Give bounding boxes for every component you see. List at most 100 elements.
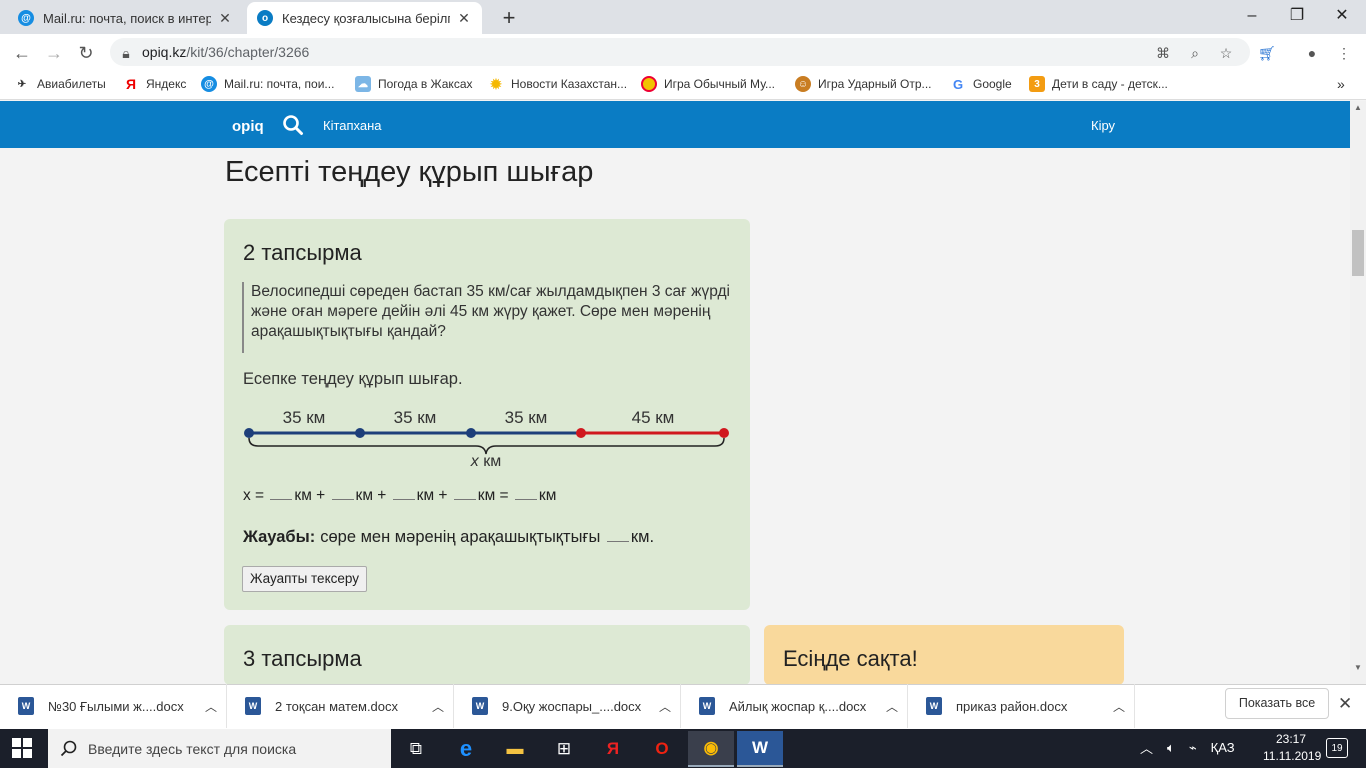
sun-icon: ✹ bbox=[490, 75, 502, 92]
chevron-up-icon[interactable]: ︿ bbox=[650, 698, 680, 715]
maximize-button[interactable]: ❐ bbox=[1277, 4, 1317, 28]
answer-input[interactable] bbox=[331, 488, 354, 500]
taskbar-search[interactable]: Введите здесь текст для поиска bbox=[48, 729, 391, 768]
chevron-up-icon[interactable]: ︿ bbox=[196, 698, 226, 715]
window-close-button[interactable]: ✕ bbox=[1322, 4, 1362, 28]
bookmark-item[interactable]: @ Mail.ru: почта, пои... bbox=[201, 76, 334, 92]
profile-icon[interactable]: ● bbox=[1302, 43, 1322, 63]
tab-mailru[interactable]: @ Mail.ru: почта, поиск в интернете ✕ bbox=[8, 2, 243, 34]
total-label: x км bbox=[470, 453, 501, 470]
word-doc-icon: W bbox=[926, 697, 942, 715]
scrollbar[interactable] bbox=[1350, 101, 1366, 685]
yandex-icon: Я bbox=[125, 76, 137, 92]
bookmark-item[interactable]: ☺ Игра Ударный Отр... bbox=[795, 76, 932, 92]
volume-icon[interactable]: 🔈︎ bbox=[1167, 740, 1175, 756]
answer-label: Жауабы: bbox=[243, 528, 316, 546]
file-explorer-icon[interactable]: ▬ bbox=[492, 731, 538, 767]
chevron-up-icon[interactable]: ︿ bbox=[877, 698, 907, 715]
bookmark-item[interactable]: ☁ Погода в Жаксах bbox=[355, 76, 473, 92]
menu-icon[interactable]: ⋮ bbox=[1334, 43, 1354, 63]
store-icon[interactable]: ⊞ bbox=[541, 731, 587, 767]
network-icon[interactable]: ⌁ bbox=[1189, 740, 1197, 756]
download-item[interactable]: W 9.Оқу жоспары_....docx ︿ bbox=[454, 684, 681, 728]
download-item[interactable]: W Айлық жоспар қ....docx ︿ bbox=[681, 684, 908, 728]
word-icon[interactable]: W bbox=[737, 731, 783, 767]
point bbox=[576, 428, 586, 438]
translate-icon[interactable]: ⌘ bbox=[1153, 43, 1173, 63]
site-header bbox=[0, 101, 1350, 148]
point bbox=[355, 428, 365, 438]
reload-button[interactable]: ↻ bbox=[74, 41, 98, 65]
download-item[interactable]: W №30 Ғылыми ж....docx ︿ bbox=[0, 684, 227, 728]
answer-input[interactable] bbox=[453, 488, 476, 500]
word-doc-icon: W bbox=[245, 697, 261, 715]
equation-lhs: x = bbox=[243, 487, 265, 504]
search-icon bbox=[60, 740, 77, 756]
google-icon: G bbox=[952, 76, 964, 92]
plane-icon: ✈ bbox=[17, 78, 27, 90]
login-link[interactable]: Кіру bbox=[1091, 118, 1115, 133]
point bbox=[244, 428, 254, 438]
url-text[interactable]: opiq.kz/kit/36/chapter/3266 bbox=[142, 44, 309, 60]
yandex-browser-icon[interactable]: Я bbox=[590, 731, 636, 767]
notifications-icon[interactable]: 19 bbox=[1326, 738, 1348, 758]
tab-title: Кездесу қозғалысына берілген есептер bbox=[282, 10, 450, 26]
chevron-up-icon[interactable]: ︿ bbox=[423, 698, 453, 715]
game-icon bbox=[641, 76, 657, 92]
clock[interactable]: 23:17 11.11.2019 bbox=[1263, 731, 1321, 765]
opera-icon[interactable]: O bbox=[639, 731, 685, 767]
check-answer-button[interactable]: Жауапты тексеру bbox=[242, 566, 367, 592]
bookmark-item[interactable]: 3 Дети в саду - детск... bbox=[1029, 76, 1168, 92]
chevron-up-icon[interactable]: ︿ bbox=[1140, 738, 1153, 757]
site-logo[interactable]: opiq bbox=[232, 118, 264, 135]
search-icon[interactable] bbox=[282, 114, 304, 136]
star-icon[interactable]: ☆ bbox=[1216, 43, 1236, 63]
show-all-downloads-button[interactable]: Показать все bbox=[1225, 688, 1329, 719]
segment-label: 35 км bbox=[394, 408, 437, 427]
word-doc-icon: W bbox=[472, 697, 488, 715]
chrome-icon[interactable]: ◉ bbox=[688, 731, 734, 767]
point bbox=[719, 428, 729, 438]
minimize-button[interactable]: – bbox=[1232, 4, 1272, 28]
language-indicator[interactable]: ҚАЗ bbox=[1211, 740, 1235, 755]
forward-button[interactable]: → bbox=[42, 41, 66, 65]
cart-icon[interactable]: 🛒︎ bbox=[1257, 43, 1277, 63]
task-title: 2 тапсырма bbox=[243, 240, 362, 265]
scroll-down-icon[interactable]: ▼ bbox=[1352, 663, 1364, 673]
answer-input[interactable] bbox=[514, 488, 537, 500]
weather-icon: ☁ bbox=[355, 76, 371, 92]
new-tab-button[interactable]: + bbox=[497, 5, 521, 31]
bookmark-item[interactable]: ✹ Новости Казахстан... bbox=[488, 76, 627, 92]
kids-icon: 3 bbox=[1029, 76, 1045, 92]
close-icon[interactable]: ✕ bbox=[217, 10, 233, 27]
nav-library-link[interactable]: Кітапхана bbox=[323, 118, 382, 133]
answer-input[interactable] bbox=[392, 488, 415, 500]
bookmark-item[interactable]: ✈ Авиабилеты bbox=[14, 76, 106, 92]
lock-icon[interactable]: 🔒︎ bbox=[116, 43, 136, 63]
scrollbar-thumb[interactable] bbox=[1352, 230, 1364, 276]
windows-start-icon[interactable] bbox=[12, 738, 32, 758]
distance-diagram: 35 км 35 км 35 км 45 км x км bbox=[244, 408, 729, 470]
scroll-up-icon[interactable]: ▲ bbox=[1352, 103, 1364, 113]
clock-time: 23:17 bbox=[1275, 732, 1307, 746]
mailru-icon: @ bbox=[201, 76, 217, 92]
bookmark-item[interactable]: Игра Обычный Му... bbox=[641, 76, 775, 92]
answer-input[interactable] bbox=[606, 530, 629, 542]
tab-opiq[interactable]: o Кездесу қозғалысына берілген есептер ✕ bbox=[247, 2, 482, 34]
close-icon[interactable]: ✕ bbox=[456, 10, 472, 27]
chevron-up-icon[interactable]: ︿ bbox=[1104, 698, 1134, 715]
download-item[interactable]: W2 тоқсан матем.docx ︿ bbox=[227, 684, 454, 728]
bookmark-item[interactable]: Я Яндекс bbox=[123, 76, 186, 92]
tab-title: Mail.ru: почта, поиск в интернете bbox=[43, 10, 211, 26]
back-button[interactable]: ← bbox=[10, 41, 34, 65]
answer-text: сөре мен мәренің арақашықтықтығы bbox=[320, 528, 601, 546]
answer-input[interactable] bbox=[270, 488, 293, 500]
download-item[interactable]: Wприказ район.docx ︿ bbox=[908, 684, 1135, 728]
bookmark-item[interactable]: G Google bbox=[950, 76, 1012, 92]
close-downloads-icon[interactable]: ✕ bbox=[1338, 694, 1352, 714]
equation: x = км + км + км + км = км bbox=[243, 487, 557, 504]
zoom-icon[interactable]: ⌕ bbox=[1185, 43, 1205, 63]
bookmarks-overflow-icon[interactable]: » bbox=[1337, 76, 1345, 92]
edge-icon[interactable]: e bbox=[443, 731, 489, 767]
task-view-icon[interactable]: ⧉ bbox=[393, 731, 439, 767]
